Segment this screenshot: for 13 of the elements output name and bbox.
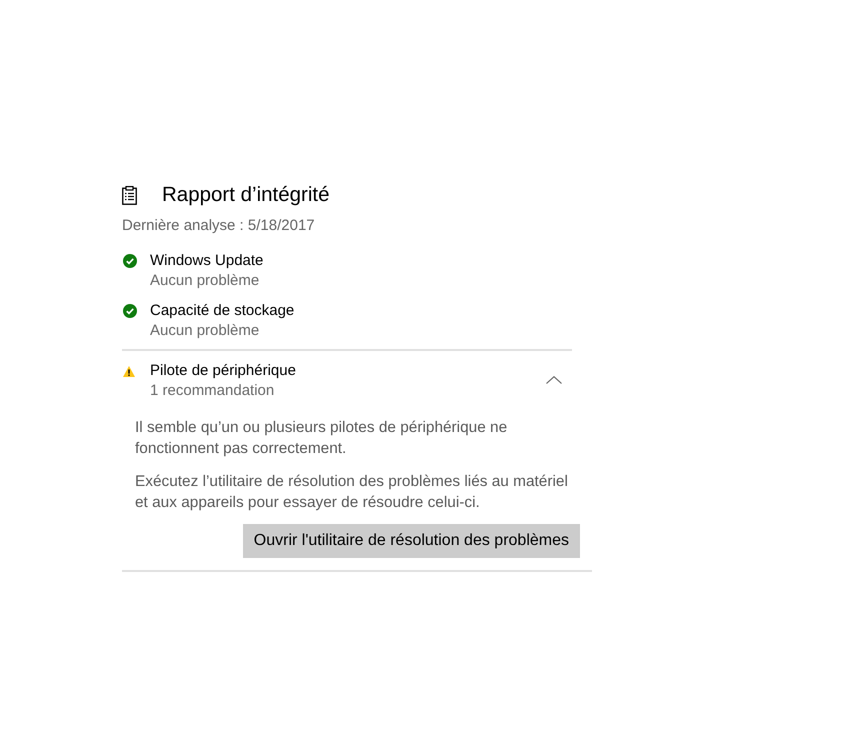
check-status: Aucun problème <box>150 271 260 291</box>
check-status: Aucun problème <box>150 321 260 341</box>
issue-title: Pilote de périphérique <box>150 361 296 381</box>
check-title: Capacité de stockage <box>150 301 294 321</box>
issue-status: 1 recommandation <box>150 381 274 401</box>
report-title: Rapport d’intégrité <box>162 184 330 206</box>
chevron-icon[interactable] <box>546 376 562 384</box>
open-troubleshooter-button[interactable]: Ouvrir l'utilitaire de résolution des problèmes <box>242 524 580 558</box>
check-title: Windows Update <box>150 251 264 271</box>
clipboard-icon <box>122 186 137 204</box>
last-scan-text: Dernière analyse : 5/18/2017 <box>122 216 315 236</box>
issue-description: Exécutez l’utilitaire de résolution des problèmes liés au matériel et aux appareils pour essayer de résoudre celui-ci. <box>135 472 569 512</box>
issue-description: Il semble qu’un ou plusieurs pilotes de périphérique ne fonctionnent pas correctement. <box>135 418 508 458</box>
